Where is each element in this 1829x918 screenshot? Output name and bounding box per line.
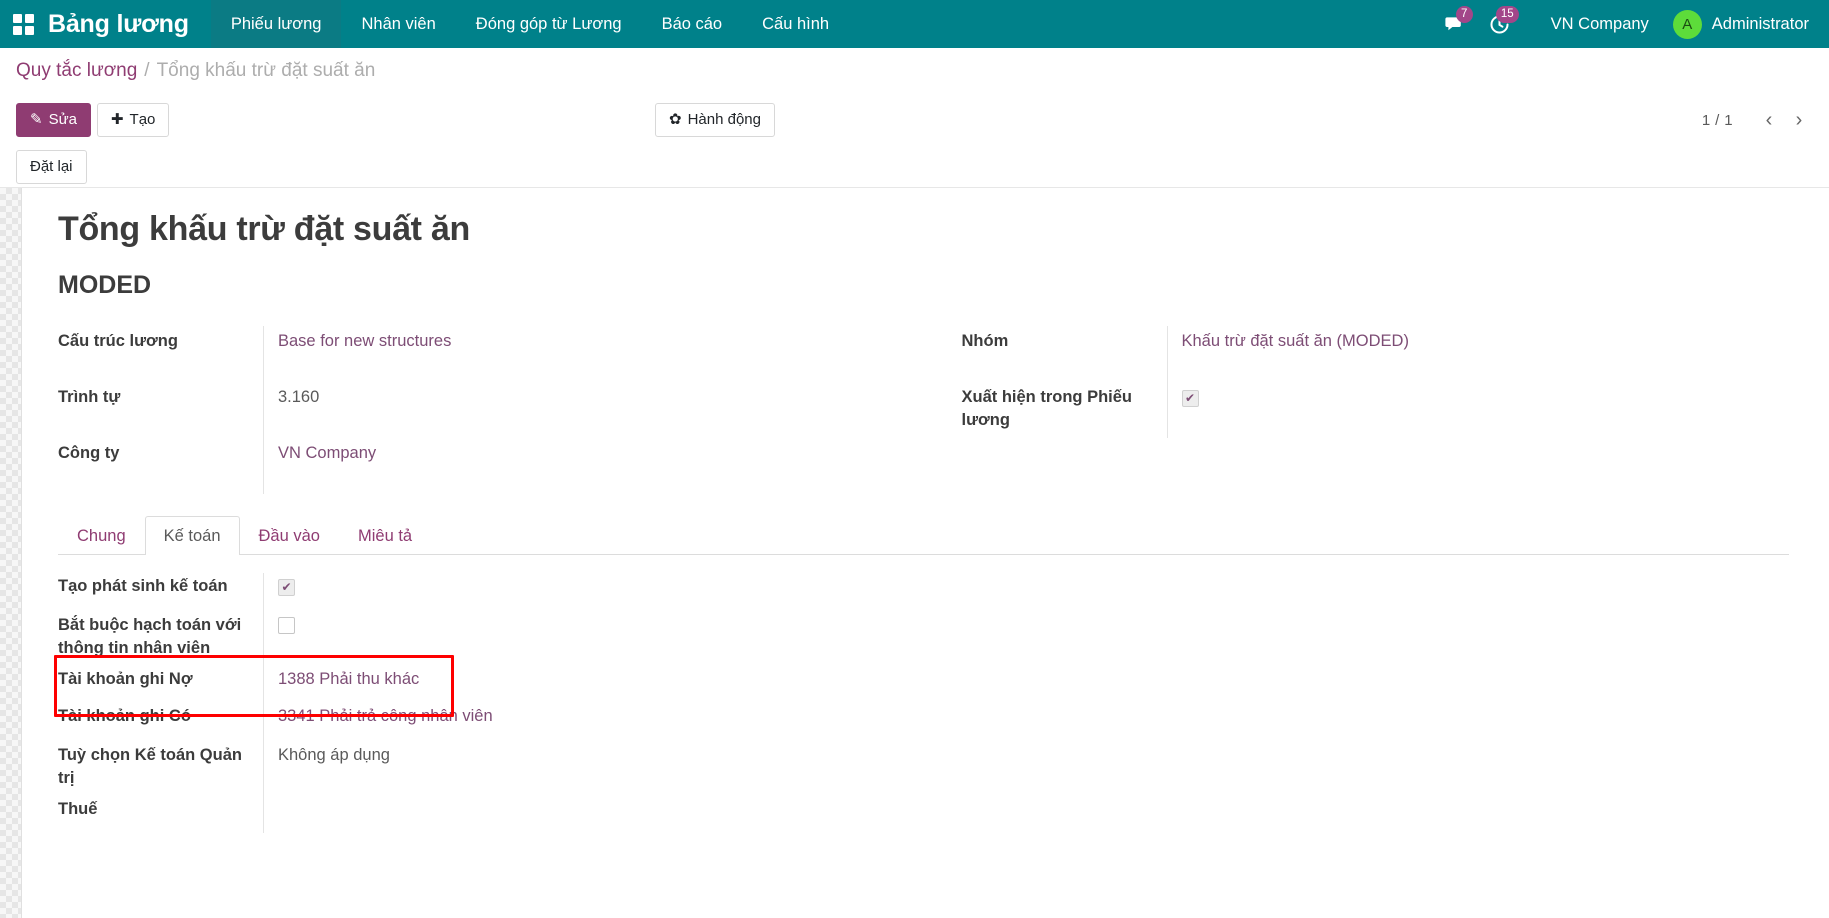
status-button-bar: Đặt lại (0, 146, 1829, 188)
action-menu-button[interactable]: ✿ Hành động (655, 103, 775, 137)
action-menu-wrap: ✿ Hành động (655, 103, 775, 137)
company-switcher[interactable]: VN Company (1523, 15, 1673, 34)
navbar-right-zone: 7 15 VN Company A Administrator (1431, 0, 1829, 48)
sheet-left-strip (0, 188, 22, 918)
avatar: A (1673, 10, 1702, 39)
field-label: Công ty (58, 438, 263, 494)
field-label: Tài khoản ghi Nợ (58, 666, 263, 703)
nav-item-reporting[interactable]: Báo cáo (642, 0, 743, 48)
accounting-fields: Tạo phát sinh kế toán ✔ Bắt buộc hạch to… (58, 573, 924, 833)
field-label: Tuỳ chọn Kế toán Quản trị (58, 740, 263, 796)
field-value[interactable]: 1388 Phải thu khác (263, 666, 874, 703)
field-tax: Thuế (58, 796, 874, 833)
create-button-label: Tạo (130, 111, 156, 129)
form-column-right: Nhóm Khấu trừ đặt suất ăn (MODED) Xuất h… (924, 326, 1790, 494)
field-label: Cấu trúc lương (58, 326, 263, 382)
field-value[interactable]: 3.160 (263, 382, 874, 438)
user-name-label: Administrator (1712, 15, 1809, 34)
breadcrumb-root-link[interactable]: Quy tắc lương (16, 60, 137, 82)
notebook-tabs: Chung Kế toán Đầu vào Miêu tả (58, 516, 1789, 555)
field-value (263, 610, 874, 666)
user-menu[interactable]: A Administrator (1673, 10, 1813, 39)
tab-general[interactable]: Chung (58, 516, 145, 555)
form-sheet: Tổng khấu trừ đặt suất ăn MODED Cấu trúc… (22, 188, 1829, 918)
tab-accounting[interactable]: Kế toán (145, 516, 240, 555)
field-label: Tài khoản ghi Có (58, 703, 263, 740)
messages-badge: 7 (1456, 6, 1473, 23)
field-label: Nhóm (962, 326, 1167, 382)
plus-icon: ✚ (111, 111, 124, 129)
reset-button[interactable]: Đặt lại (16, 150, 87, 184)
pager-previous-button[interactable]: ‹ (1755, 106, 1783, 134)
field-label: Thuế (58, 796, 263, 833)
field-salary-structure: Cấu trúc lương Base for new structures (58, 326, 874, 382)
field-value: ✔ (1167, 382, 1740, 438)
pager-next-button[interactable]: › (1785, 106, 1813, 134)
field-value[interactable]: Khấu trừ đặt suất ăn (MODED) (1167, 326, 1740, 382)
require-employee-info-checkbox[interactable] (278, 617, 295, 634)
control-panel: ✎ Sửa ✚ Tạo ✿ Hành động 1 / 1 ‹ › (0, 94, 1829, 146)
create-button[interactable]: ✚ Tạo (97, 103, 169, 137)
nav-item-employees[interactable]: Nhân viên (341, 0, 455, 48)
field-value[interactable] (263, 796, 874, 833)
activities-badge: 15 (1496, 6, 1519, 23)
tab-inputs[interactable]: Đầu vào (240, 516, 339, 555)
field-value[interactable]: Base for new structures (263, 326, 874, 382)
field-value[interactable]: 3341 Phải trả công nhân viên (263, 703, 874, 740)
field-label: Xuất hiện trong Phiếu lương (962, 382, 1167, 438)
pencil-icon: ✎ (30, 111, 43, 129)
top-navbar: Bảng lương Phiếu lương Nhân viên Đóng gó… (0, 0, 1829, 48)
field-credit-account: Tài khoản ghi Có 3341 Phải trả công nhân… (58, 703, 874, 740)
app-brand-title[interactable]: Bảng lương (46, 0, 211, 48)
pager-count: 1 / 1 (1702, 112, 1753, 129)
tab-description[interactable]: Miêu tả (339, 516, 431, 555)
breadcrumb: Quy tắc lương / Tổng khấu trừ đặt suất ă… (0, 48, 1829, 94)
nav-item-configuration[interactable]: Cấu hình (742, 0, 849, 48)
action-menu-label: Hành động (688, 111, 761, 129)
field-value: ✔ (263, 573, 874, 610)
pager: 1 / 1 ‹ › (1702, 106, 1813, 134)
notebook: Chung Kế toán Đầu vào Miêu tả Tạo phát s… (58, 516, 1789, 833)
activities-button[interactable]: 15 (1477, 0, 1523, 48)
field-company: Công ty VN Company (58, 438, 874, 494)
edit-button-label: Sửa (49, 111, 77, 129)
field-value[interactable]: VN Company (263, 438, 874, 494)
field-analytic-accounting-option: Tuỳ chọn Kế toán Quản trị Không áp dụng (58, 740, 874, 796)
messages-button[interactable]: 7 (1431, 0, 1477, 48)
tab-panel-accounting: Tạo phát sinh kế toán ✔ Bắt buộc hạch to… (58, 555, 1789, 833)
grid-apps-icon (13, 14, 34, 35)
generate-accounting-entry-checkbox[interactable]: ✔ (278, 579, 295, 596)
gear-icon: ✿ (669, 111, 682, 129)
record-code: MODED (58, 271, 1789, 300)
field-generate-accounting-entry: Tạo phát sinh kế toán ✔ (58, 573, 874, 610)
field-require-employee-info: Bắt buộc hạch toán với thông tin nhân vi… (58, 610, 874, 666)
breadcrumb-current: Tổng khấu trừ đặt suất ăn (157, 60, 376, 82)
record-buttons: ✎ Sửa ✚ Tạo (16, 103, 169, 137)
form-column-left: Cấu trúc lương Base for new structures T… (58, 326, 924, 494)
field-label: Bắt buộc hạch toán với thông tin nhân vi… (58, 610, 263, 666)
field-debit-account: Tài khoản ghi Nợ 1388 Phải thu khác (58, 666, 874, 703)
appears-on-payslip-checkbox[interactable]: ✔ (1182, 390, 1199, 407)
form-grid: Cấu trúc lương Base for new structures T… (58, 326, 1789, 494)
field-appears-on-payslip: Xuất hiện trong Phiếu lương ✔ (962, 382, 1740, 438)
nav-item-payslips[interactable]: Phiếu lương (211, 0, 342, 48)
field-label: Tạo phát sinh kế toán (58, 573, 263, 610)
field-label: Trình tự (58, 382, 263, 438)
nav-item-contributions[interactable]: Đóng góp từ Lương (456, 0, 642, 48)
apps-menu-button[interactable] (0, 0, 46, 48)
field-sequence: Trình tự 3.160 (58, 382, 874, 438)
form-sheet-area: Tổng khấu trừ đặt suất ăn MODED Cấu trúc… (0, 188, 1829, 918)
page-title: Tổng khấu trừ đặt suất ăn (58, 210, 1789, 249)
main-menu: Phiếu lương Nhân viên Đóng góp từ Lương … (211, 0, 849, 48)
field-category: Nhóm Khấu trừ đặt suất ăn (MODED) (962, 326, 1740, 382)
edit-button[interactable]: ✎ Sửa (16, 103, 91, 137)
breadcrumb-separator: / (137, 60, 156, 82)
field-value[interactable]: Không áp dụng (263, 740, 874, 796)
